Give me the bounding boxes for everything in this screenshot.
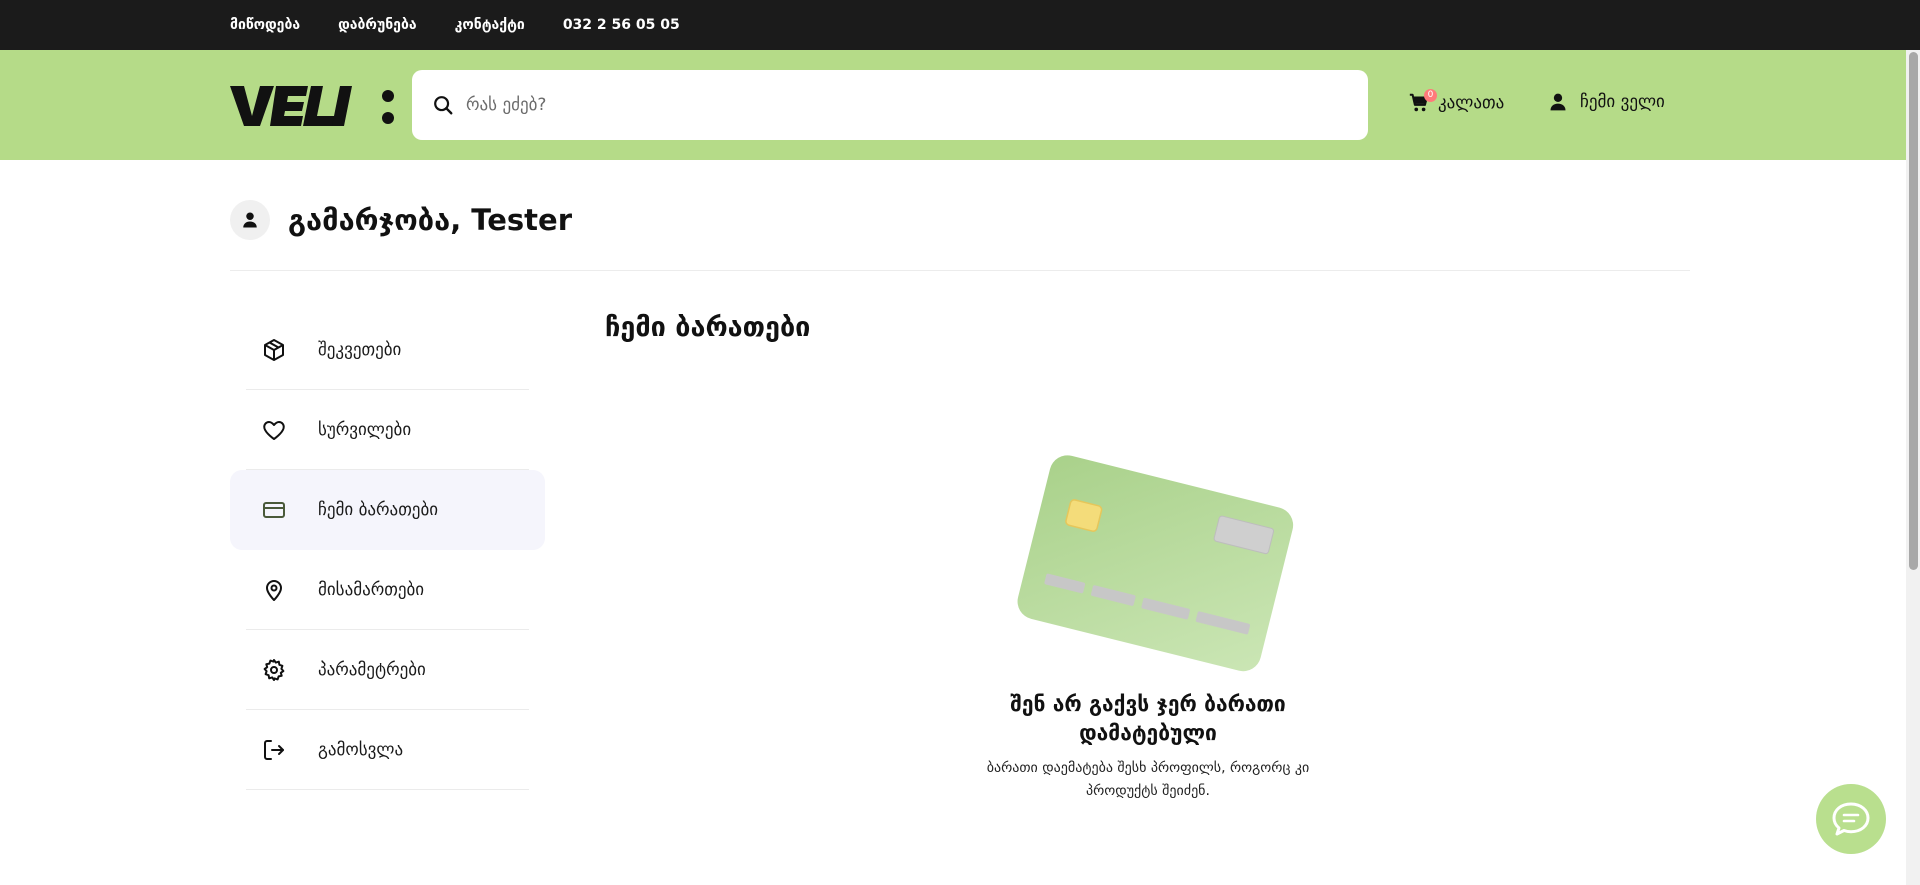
delivery-link[interactable]: მიწოდება (230, 17, 300, 33)
sidebar-item-orders[interactable]: შეკვეთები (230, 310, 545, 390)
sidebar-item-logout[interactable]: გამოსვლა (230, 710, 545, 790)
credit-card-illustration (1017, 455, 1294, 672)
cart-button[interactable]: 0 კალათა (1408, 89, 1505, 114)
returns-link[interactable]: დაბრუნება (338, 17, 417, 33)
user-icon (1550, 93, 1566, 111)
sidebar-item-label: ჩემი ბარათები (318, 500, 439, 520)
contact-link[interactable]: კონტაქტი (455, 17, 525, 33)
map-pin-icon (266, 580, 282, 601)
search-icon (434, 96, 453, 115)
empty-state-title: შენ არ გაქვს ჯერ ბარათი დამატებული (1010, 692, 1286, 745)
veli-logo[interactable] (230, 82, 396, 130)
package-icon (264, 339, 284, 361)
sidebar-item-label: პარამეტრები (318, 660, 426, 680)
sidebar-item-wishlist[interactable]: სურვილები (230, 390, 545, 470)
sidebar-item-label: მისამართები (318, 580, 425, 600)
heart-icon (263, 421, 285, 440)
greeting: გამარჯობა, Tester (230, 200, 572, 240)
credit-card-icon (263, 502, 285, 518)
search-input[interactable] (464, 94, 1348, 116)
divider (230, 270, 1690, 271)
logout-icon (264, 740, 284, 760)
top-links: მიწოდება დაბრუნება კონტაქტი 032 2 56 05 … (230, 0, 680, 50)
empty-state-description: ბარათი დაემატება შესხ პროფილს, როგორც კი… (986, 760, 1310, 799)
separator (246, 789, 529, 790)
sidebar-item-settings[interactable]: პარამეტრები (230, 630, 545, 710)
chat-button[interactable] (1816, 784, 1886, 854)
phone-link[interactable]: 032 2 56 05 05 (563, 17, 680, 33)
account-label: ჩემი ველი (1580, 92, 1665, 112)
cart-label: კალათა (1438, 93, 1505, 113)
account-sidebar: შეკვეთები სურვილები ჩემი ბარათები მისამა… (230, 310, 545, 790)
sidebar-item-label: შეკვეთები (318, 340, 402, 360)
search-bar (412, 70, 1368, 140)
greeting-title: გამარჯობა, Tester (288, 203, 572, 237)
gear-icon (263, 659, 285, 681)
avatar (230, 200, 270, 240)
top-bar: მიწოდება დაბრუნება კონტაქტი 032 2 56 05 … (0, 0, 1920, 50)
sidebar-item-label: გამოსვლა (318, 740, 404, 760)
account-button[interactable]: ჩემი ველი (1548, 92, 1665, 112)
chat-icon (1832, 802, 1870, 836)
scrollbar-thumb[interactable] (1909, 52, 1918, 570)
sidebar-item-label: სურვილები (318, 420, 412, 440)
sidebar-item-addresses[interactable]: მისამართები (230, 550, 545, 630)
cart-count-badge: 0 (1424, 89, 1437, 102)
page-title: ჩემი ბარათები (605, 312, 811, 343)
user-icon (243, 212, 257, 228)
sidebar-item-my-cards[interactable]: ჩემი ბარათები (230, 470, 545, 550)
